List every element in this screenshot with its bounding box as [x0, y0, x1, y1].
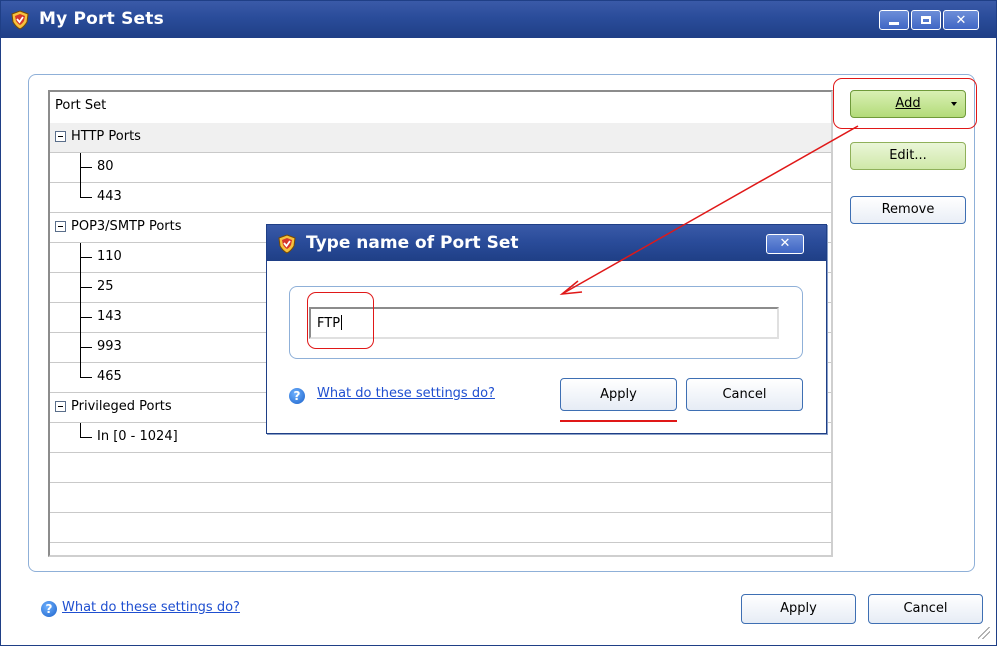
apply-button-label: Apply [780, 601, 817, 616]
tree-item[interactable]: 80 [50, 153, 831, 183]
annotation-highlight-add [833, 78, 977, 129]
dialog-apply-button[interactable]: Apply [560, 378, 677, 411]
help-icon[interactable]: ? [41, 601, 57, 617]
collapse-icon[interactable] [55, 401, 66, 412]
window-title: My Port Sets [39, 9, 164, 29]
collapse-icon[interactable] [55, 131, 66, 142]
help-icon[interactable]: ? [289, 388, 305, 404]
cancel-button[interactable]: Cancel [868, 594, 983, 624]
tree-connector [80, 423, 81, 438]
group-label: POP3/SMTP Ports [71, 219, 182, 234]
minimize-button[interactable] [879, 10, 909, 30]
dialog-cancel-button[interactable]: Cancel [686, 378, 803, 411]
item-label: 443 [97, 189, 122, 204]
tree-connector [80, 347, 92, 348]
shield-app-icon [11, 10, 29, 30]
dialog-help-link[interactable]: What do these settings do? [317, 386, 495, 401]
item-label: 80 [97, 159, 114, 174]
tree-item[interactable]: 443 [50, 183, 831, 213]
column-header-label: Port Set [55, 98, 107, 113]
tree-group-http[interactable]: HTTP Ports [50, 123, 831, 153]
item-label: 143 [97, 309, 122, 324]
tree-connector [80, 437, 92, 438]
collapse-icon[interactable] [55, 221, 66, 232]
tree-connector [80, 243, 81, 378]
tree-connector [80, 167, 92, 168]
title-bar[interactable]: My Port Sets ✕ [1, 1, 996, 38]
item-label: In [0 - 1024] [97, 429, 178, 444]
tree-connector [80, 317, 92, 318]
edit-button-label: Edit... [889, 148, 927, 163]
item-label: 993 [97, 339, 122, 354]
port-set-name-input[interactable]: FTP [309, 307, 779, 339]
empty-row [50, 453, 831, 483]
annotation-highlight-input [307, 292, 374, 349]
close-icon: ✕ [779, 236, 791, 251]
tree-connector [80, 153, 81, 198]
tree-connector [80, 257, 92, 258]
maximize-button[interactable] [911, 10, 941, 30]
apply-button[interactable]: Apply [741, 594, 856, 624]
tree-connector [80, 287, 92, 288]
dialog-close-button[interactable]: ✕ [766, 234, 804, 254]
tree-connector [80, 197, 92, 198]
help-link[interactable]: What do these settings do? [62, 600, 240, 615]
empty-row [50, 483, 831, 513]
remove-button[interactable]: Remove [850, 196, 966, 224]
dialog-title-bar[interactable]: Type name of Port Set ✕ [267, 225, 826, 261]
item-label: 110 [97, 249, 122, 264]
dialog-title: Type name of Port Set [306, 233, 519, 253]
empty-row [50, 513, 831, 543]
group-label: HTTP Ports [71, 129, 141, 144]
annotation-underline-apply [560, 420, 677, 422]
dialog-cancel-label: Cancel [722, 387, 767, 402]
cancel-button-label: Cancel [903, 601, 948, 616]
item-label: 465 [97, 369, 122, 384]
remove-button-label: Remove [881, 202, 935, 217]
dialog-apply-label: Apply [600, 387, 637, 402]
minimize-icon [889, 22, 899, 25]
item-label: 25 [97, 279, 114, 294]
shield-app-icon [278, 234, 296, 254]
close-icon: ✕ [955, 12, 967, 28]
resize-grip-icon[interactable] [978, 627, 990, 639]
maximize-icon [921, 16, 931, 24]
column-header[interactable]: Port Set [50, 92, 831, 124]
close-button[interactable]: ✕ [943, 10, 979, 30]
edit-button[interactable]: Edit... [850, 142, 966, 170]
tree-connector [80, 377, 92, 378]
group-label: Privileged Ports [71, 399, 172, 414]
